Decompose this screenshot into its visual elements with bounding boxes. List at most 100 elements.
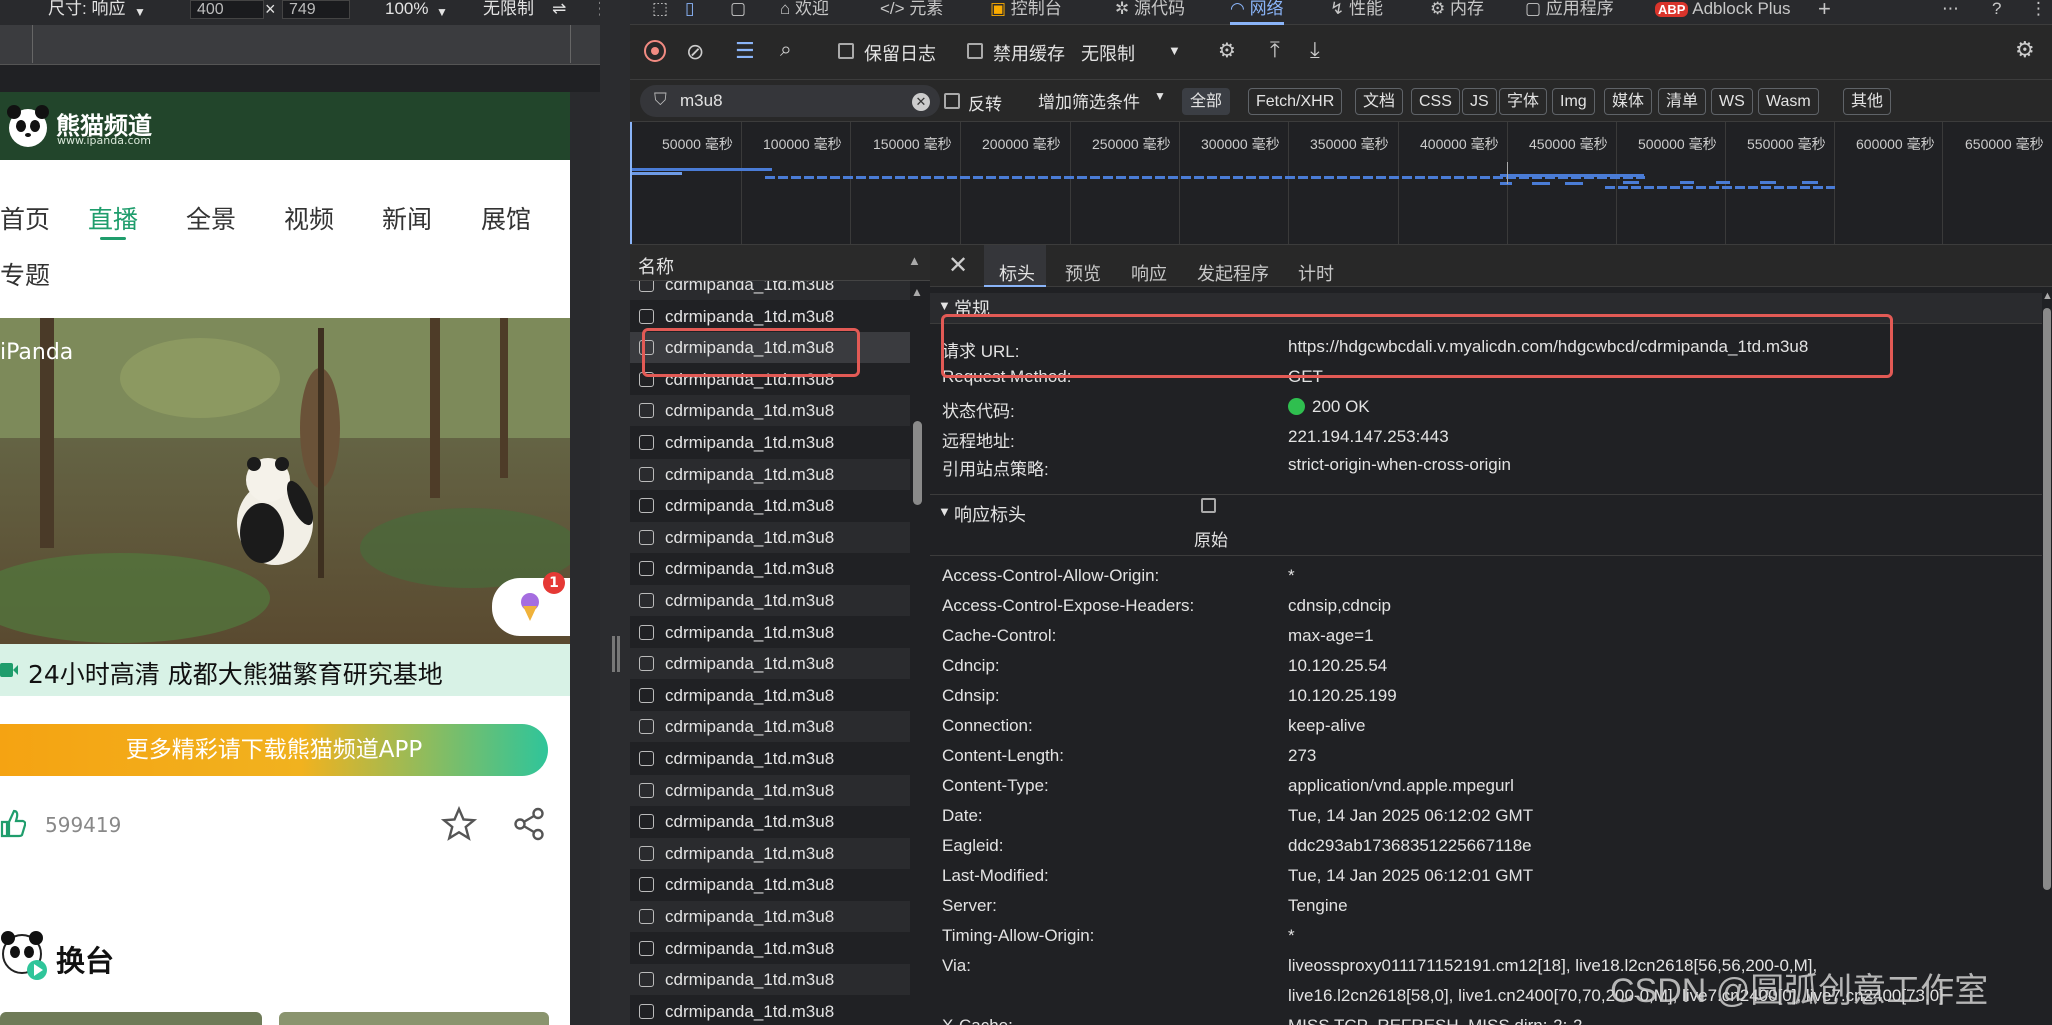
tab-memory[interactable]: ⚙ 内存 <box>1430 0 1484 25</box>
sort-up-icon[interactable]: ▲ <box>908 253 921 268</box>
request-row[interactable]: cdrmipanda_1td.m3u8 <box>630 521 910 553</box>
more-tabs-icon[interactable]: ⋯ <box>1942 0 1959 25</box>
tab-timing[interactable]: 计时 <box>1298 260 1334 286</box>
request-row[interactable]: cdrmipanda_1td.m3u8 <box>630 281 910 300</box>
tab-response[interactable]: 响应 <box>1131 260 1167 286</box>
type-filter-other[interactable]: 其他 <box>1843 88 1892 115</box>
raw-checkbox[interactable] <box>1201 498 1216 513</box>
request-row[interactable]: cdrmipanda_1td.m3u8 <box>630 964 910 996</box>
thumbs-up-icon[interactable] <box>0 808 26 838</box>
type-filter-wasm[interactable]: Wasm <box>1758 88 1819 115</box>
request-row[interactable]: cdrmipanda_1td.m3u8 <box>630 648 910 680</box>
request-list-scrollbar[interactable]: ▲ <box>910 285 930 1025</box>
network-conditions-icon[interactable]: ⚙ <box>1218 38 1236 63</box>
export-har-icon[interactable]: ⤓ <box>1310 37 1320 63</box>
type-filter-media[interactable]: 媒体 <box>1604 88 1653 115</box>
request-row[interactable]: cdrmipanda_1td.m3u8 <box>630 869 910 900</box>
request-row[interactable]: cdrmipanda_1td.m3u8 <box>630 680 910 711</box>
request-row[interactable]: cdrmipanda_1td.m3u8 <box>630 490 910 521</box>
type-filter-img[interactable]: Img <box>1552 88 1595 115</box>
throttle-select[interactable]: 无限制 <box>1081 40 1135 66</box>
scroll-up-icon[interactable]: ▲ <box>2042 290 2052 302</box>
tab-sources[interactable]: ✲ 源代码 <box>1115 0 1185 25</box>
nav-topics[interactable]: 专题 <box>0 256 50 292</box>
nav-home[interactable]: 首页 <box>0 200 50 236</box>
clear-filter-icon[interactable]: ✕ <box>912 93 930 111</box>
splitter-grip[interactable] <box>617 636 620 672</box>
zoom-dropdown[interactable]: 100% <box>385 0 428 18</box>
detail-scrollbar[interactable]: ▲ <box>2042 290 2052 1025</box>
live-video-player[interactable]: iPanda 1 <box>0 318 570 644</box>
splitter-grip[interactable] <box>612 636 615 672</box>
tab-preview[interactable]: 预览 <box>1065 260 1101 286</box>
type-filter-all[interactable]: 全部 <box>1182 88 1231 115</box>
request-row[interactable]: cdrmipanda_1td.m3u8 <box>630 585 910 616</box>
request-row[interactable]: cdrmipanda_1td.m3u8 <box>630 933 910 964</box>
download-app-button[interactable]: 更多精彩请下载熊猫频道APP <box>0 724 548 776</box>
tab-performance[interactable]: ↯ 性能 <box>1330 0 1383 25</box>
request-row[interactable]: cdrmipanda_1td.m3u8 <box>630 996 910 1025</box>
request-row[interactable]: cdrmipanda_1td.m3u8 <box>630 806 910 837</box>
dimensions-dropdown[interactable]: 尺寸: 响应 <box>48 0 125 18</box>
type-filter-ws[interactable]: WS <box>1711 88 1753 115</box>
filter-input[interactable]: ⛉ m3u8 ✕ <box>640 85 940 117</box>
more-filters-dropdown[interactable]: 增加筛选条件 <box>1038 88 1140 113</box>
type-filter-js[interactable]: JS <box>1462 88 1497 115</box>
request-row[interactable]: cdrmipanda_1td.m3u8 <box>630 901 910 932</box>
preserve-log-checkbox[interactable] <box>838 43 854 59</box>
add-tab-icon[interactable]: + <box>1818 0 1831 25</box>
type-filter-font[interactable]: 字体 <box>1499 88 1548 115</box>
import-har-icon[interactable]: ⤒ <box>1270 37 1280 63</box>
request-row[interactable]: cdrmipanda_1td.m3u8 <box>630 301 910 332</box>
name-column-header[interactable]: 名称 <box>638 253 674 279</box>
request-row[interactable]: cdrmipanda_1td.m3u8 <box>630 743 910 774</box>
nav-live[interactable]: 直播 <box>88 200 138 236</box>
width-input[interactable]: 400 <box>190 0 264 19</box>
request-row[interactable]: cdrmipanda_1td.m3u8 <box>630 395 910 427</box>
close-icon[interactable]: ✕ <box>948 251 968 280</box>
throttle-dropdown[interactable]: 无限制 <box>483 0 534 18</box>
type-filter-manifest[interactable]: 清单 <box>1658 88 1707 115</box>
request-row[interactable]: cdrmipanda_1td.m3u8 <box>630 711 910 743</box>
share-icon[interactable] <box>510 806 548 842</box>
nav-exhibition[interactable]: 展馆 <box>481 200 531 236</box>
more-options-icon[interactable]: ⋮ <box>2030 0 2047 25</box>
search-icon[interactable]: ⌕ <box>780 38 792 62</box>
record-icon[interactable] <box>644 40 666 62</box>
rotate-icon[interactable]: ⇌ <box>552 0 566 18</box>
request-row[interactable]: cdrmipanda_1td.m3u8 <box>630 617 910 648</box>
nav-video[interactable]: 视频 <box>284 200 334 236</box>
type-filter-css[interactable]: CSS <box>1411 88 1460 115</box>
request-row[interactable]: cdrmipanda_1td.m3u8 <box>630 427 910 458</box>
settings-gear-icon[interactable]: ⚙ <box>2015 37 2035 63</box>
request-row[interactable]: cdrmipanda_1td.m3u8 <box>630 837 910 869</box>
height-input[interactable]: 749 <box>282 0 350 19</box>
request-row[interactable]: cdrmipanda_1td.m3u8 <box>630 553 910 584</box>
star-icon[interactable] <box>440 806 478 842</box>
scroll-up-icon[interactable]: ▲ <box>911 285 923 299</box>
nav-panorama[interactable]: 全景 <box>186 200 236 236</box>
tab-welcome[interactable]: ⌂ 欢迎 <box>780 0 829 25</box>
tab-elements[interactable]: </> 元素 <box>880 0 943 25</box>
tab-network[interactable]: ◠ 网络 <box>1230 0 1284 25</box>
request-row[interactable]: cdrmipanda_1td.m3u8 <box>630 458 910 490</box>
response-headers-section-header[interactable]: ▼ 响应标头 <box>930 495 2042 525</box>
timeline-overview[interactable]: 50000 毫秒 100000 毫秒 150000 毫秒 200000 毫秒 2… <box>630 122 2052 245</box>
tab-headers[interactable]: 标头 <box>999 260 1035 286</box>
nav-news[interactable]: 新闻 <box>382 200 432 236</box>
channel-thumb[interactable] <box>279 1012 549 1025</box>
panel-splitter[interactable] <box>600 0 630 1025</box>
type-filter-fetch[interactable]: Fetch/XHR <box>1248 88 1343 115</box>
disable-cache-checkbox[interactable] <box>967 43 983 59</box>
tab-console[interactable]: ▣ 控制台 <box>990 0 1062 25</box>
inspect-icon[interactable]: ⬚ <box>652 0 668 25</box>
invert-checkbox[interactable] <box>944 93 960 109</box>
tab-application[interactable]: ▢ 应用程序 <box>1525 0 1614 25</box>
channel-thumb[interactable] <box>0 1012 262 1025</box>
help-icon[interactable]: ? <box>1992 0 2001 25</box>
scrollbar-thumb[interactable] <box>2043 308 2051 890</box>
type-filter-doc[interactable]: 文档 <box>1355 88 1404 115</box>
tab-adblock-plus[interactable]: ABP Adblock Plus <box>1655 0 1791 25</box>
scrollbar-thumb[interactable] <box>913 421 922 505</box>
clear-icon[interactable]: ⊘ <box>686 39 704 65</box>
